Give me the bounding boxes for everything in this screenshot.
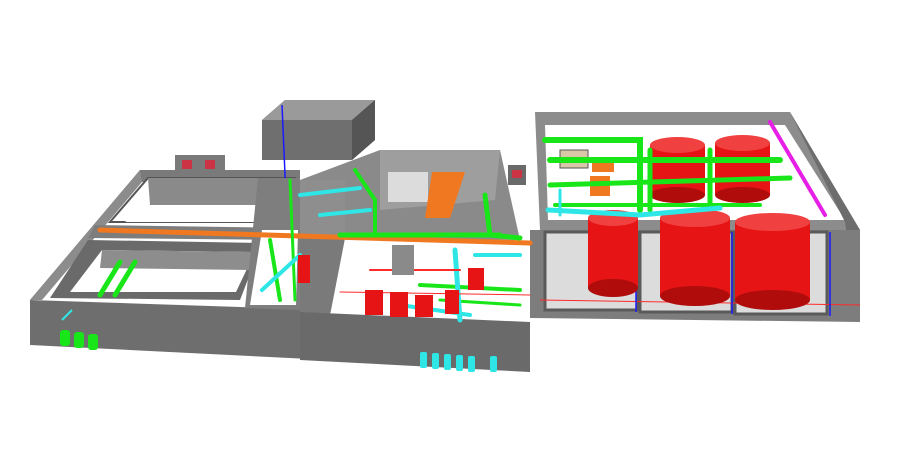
tank-front-1 bbox=[588, 210, 638, 297]
tank-front-2 bbox=[660, 209, 730, 306]
window-icon bbox=[182, 160, 192, 169]
tank-front-3 bbox=[735, 213, 810, 310]
front-basin-inner-wall bbox=[100, 250, 255, 270]
tank-back-left bbox=[650, 137, 705, 203]
tank-back-right bbox=[715, 135, 770, 203]
plant-3d-model-view bbox=[30, 100, 861, 372]
window-icon bbox=[205, 160, 215, 169]
